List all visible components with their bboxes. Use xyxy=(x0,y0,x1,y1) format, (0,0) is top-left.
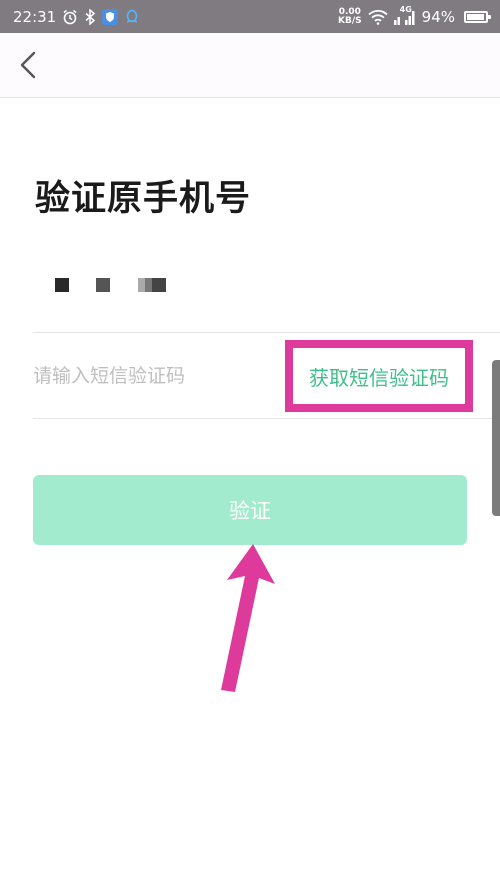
qq-icon xyxy=(124,9,140,25)
verify-button[interactable]: 验证 xyxy=(33,475,467,545)
wifi-icon xyxy=(368,9,388,25)
get-sms-code-button[interactable]: 获取短信验证码 xyxy=(285,340,473,412)
sms-code-row: 获取短信验证码 xyxy=(33,332,500,419)
status-bar-right: 0.00 KB/S 4G 94% xyxy=(338,5,491,26)
status-bar-left: 22:31 xyxy=(13,8,140,26)
annotation-arrow xyxy=(205,542,285,692)
battery-fill xyxy=(467,13,484,20)
top-nav-bar xyxy=(0,33,500,98)
net-speed: 0.00 KB/S xyxy=(338,7,362,26)
back-button[interactable] xyxy=(12,47,44,83)
scroll-indicator[interactable] xyxy=(492,360,500,516)
status-time: 22:31 xyxy=(13,7,57,26)
page-title: 验证原手机号 xyxy=(35,179,252,219)
shield-icon xyxy=(102,8,119,25)
masked-phone-number xyxy=(55,277,175,293)
bluetooth-icon xyxy=(84,8,96,25)
chevron-left-icon xyxy=(20,51,36,79)
net-speed-unit: KB/S xyxy=(338,15,362,26)
get-sms-code-label: 获取短信验证码 xyxy=(309,365,449,390)
sms-code-input[interactable] xyxy=(33,333,283,418)
alarm-icon xyxy=(62,9,78,25)
signal-icon: 4G xyxy=(393,5,416,25)
battery-icon xyxy=(464,10,491,23)
network-type: 4G xyxy=(399,4,412,14)
battery-percent: 94% xyxy=(421,7,455,26)
status-bar: 22:31 0.00 KB/S 4G 94% xyxy=(0,0,500,33)
